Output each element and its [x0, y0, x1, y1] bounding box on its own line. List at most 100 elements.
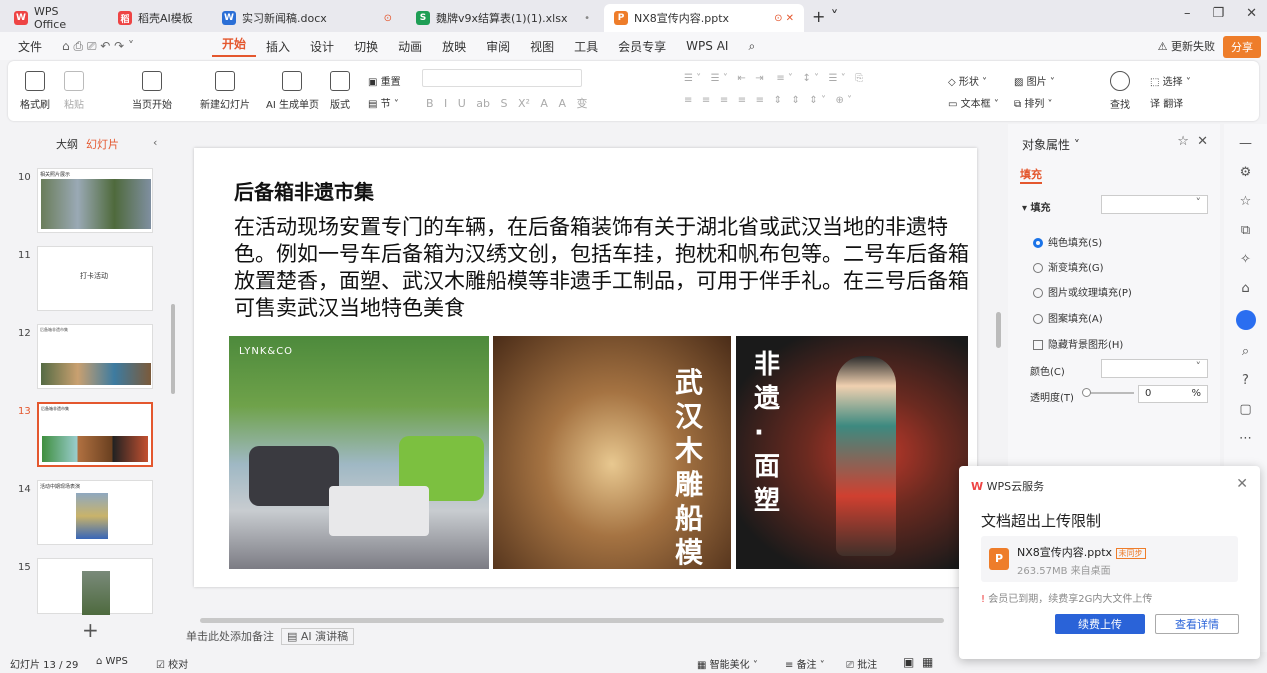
menu-file[interactable]: 文件	[8, 38, 52, 55]
menu-member[interactable]: 会员专享	[608, 38, 676, 55]
canvas-scrollbar[interactable]	[996, 312, 1001, 348]
restore-icon[interactable]: ❐	[1212, 6, 1224, 21]
gradient-fill-option[interactable]: 渐变填充(G)	[1033, 259, 1104, 274]
horizontal-scrollbar[interactable]	[200, 618, 944, 623]
textbox-button[interactable]: ▭ 文本框 ˅	[948, 95, 999, 110]
view-icons[interactable]: ▣ ▦	[903, 655, 933, 669]
photo-car-market[interactable]: LYNK&CO	[229, 336, 489, 569]
outline-tab[interactable]: 大纲	[56, 136, 78, 152]
slide-title[interactable]: 后备箱非遗市集	[234, 176, 374, 205]
tab-docer[interactable]: 稻稻壳AI模板	[108, 4, 208, 32]
menu-transition[interactable]: 切换	[344, 38, 388, 55]
proof-status[interactable]: ☑ 校对	[156, 656, 188, 671]
photo-dough-figure[interactable]: 非遗·面塑	[736, 336, 968, 569]
search-doc-icon[interactable]: ⌕	[1242, 344, 1249, 359]
ai-slide-button[interactable]: AI 生成单页	[266, 71, 319, 111]
popup-close-icon[interactable]: ✕	[1236, 476, 1248, 492]
comment-icon[interactable]: ▢	[1239, 402, 1251, 417]
shape-icon[interactable]: ⌂	[1241, 281, 1249, 296]
from-start-button[interactable]: 当页开始	[132, 71, 172, 111]
align-icons[interactable]: ≡ ≡ ≡ ≡ ≡ ⇕ ⇕ ⇕ ˅ ⊕ ˅	[684, 95, 852, 106]
paste-button[interactable]: 粘贴	[64, 71, 84, 111]
more-icon[interactable]: ⋯	[1239, 431, 1252, 446]
new-slide-button[interactable]: 新建幻灯片	[200, 71, 250, 111]
arrange-button[interactable]: ⧉ 排列 ˅	[1014, 95, 1053, 110]
slide-thumb-14[interactable]: 活动中期现场表演	[37, 480, 153, 545]
settings-icon[interactable]: ⚙	[1240, 165, 1252, 180]
slide-thumb-15[interactable]	[37, 558, 153, 615]
slide-thumb-13[interactable]: 后备箱非遗市集	[37, 402, 153, 467]
menu-review[interactable]: 审阅	[476, 38, 520, 55]
collapse-icon[interactable]: ‹	[153, 136, 157, 149]
tab-docx[interactable]: W 实习新闻稿.docx ⊙	[212, 4, 402, 32]
view-details-button[interactable]: 查看详情	[1155, 614, 1239, 634]
menu-animation[interactable]: 动画	[388, 38, 432, 55]
star-icon[interactable]: ☆	[1240, 194, 1252, 209]
fill-select[interactable]: ˅	[1101, 195, 1208, 214]
menu-insert[interactable]: 插入	[256, 38, 300, 55]
font-format-icons[interactable]: B I U ab S X² A A 变	[426, 95, 587, 111]
sidebar-scrollbar[interactable]	[171, 304, 175, 394]
section-button[interactable]: ▤ 节 ˅	[368, 95, 399, 110]
beautify-button[interactable]: ▦ 智能美化 ˅	[697, 656, 758, 671]
notes-area[interactable]: 单击此处添加备注 ▤ AI 演讲稿	[186, 628, 355, 645]
comments-button[interactable]: ⎚ 批注	[846, 656, 877, 671]
copy-icon[interactable]: ⧉	[1241, 223, 1250, 238]
menu-slideshow[interactable]: 放映	[432, 38, 476, 55]
thumb-photos	[41, 363, 151, 385]
minus-icon[interactable]: —	[1239, 136, 1252, 151]
tab-wps-office[interactable]: W WPS Office	[4, 4, 104, 32]
find-button[interactable]: 查找	[1110, 71, 1130, 111]
add-slide-icon[interactable]: +	[82, 618, 99, 642]
notes-button[interactable]: ≡ 备注 ˅	[785, 656, 825, 671]
menu-wps-ai[interactable]: WPS AI	[676, 39, 738, 53]
picture-fill-option[interactable]: 图片或纹理填充(P)	[1033, 284, 1132, 299]
font-family-select[interactable]	[422, 69, 582, 87]
fill-tab[interactable]: 填充	[1020, 166, 1042, 184]
hide-bg-checkbox[interactable]: 隐藏背景图形(H)	[1033, 336, 1123, 351]
pin-close-icons[interactable]: ☆ ✕	[1177, 134, 1208, 149]
renew-upload-button[interactable]: 续费上传	[1055, 614, 1145, 634]
wps-status[interactable]: ⌂ WPS	[96, 656, 128, 667]
tab-xlsx[interactable]: S 魏牌v9x结算表(1)(1).xlsx •	[406, 4, 600, 32]
slide-body[interactable]: 在活动现场安置专门的车辆，在后备箱装饰有关于湖北省或武汉当地的非遗特色。例如一号…	[234, 214, 969, 322]
format-painter-button[interactable]: 格式刷	[20, 71, 50, 111]
tab-pptx[interactable]: P NX8宣传内容.pptx ⊙ ✕	[604, 4, 804, 32]
select-button[interactable]: ⬚ 选择 ˅	[1150, 73, 1191, 88]
new-tab-icon[interactable]: + ˅	[804, 7, 847, 32]
menu-tools[interactable]: 工具	[564, 38, 608, 55]
slide-canvas[interactable]: 后备箱非遗市集 在活动现场安置专门的车辆，在后备箱装饰有关于湖北省或武汉当地的非…	[194, 148, 977, 587]
share-button[interactable]: 分享	[1223, 36, 1261, 58]
shape-button[interactable]: ◇ 形状 ˅	[948, 73, 987, 88]
close-icon[interactable]: ✕	[1246, 6, 1257, 21]
slide-thumb-11[interactable]: 打卡活动	[37, 246, 153, 311]
minimize-icon[interactable]: –	[1184, 6, 1191, 21]
menu-view[interactable]: 视图	[520, 38, 564, 55]
sync-status[interactable]: ⚠ 更新失败	[1158, 38, 1215, 54]
slides-tab[interactable]: 幻灯片	[86, 136, 119, 152]
transparency-slider[interactable]	[1082, 388, 1134, 398]
reset-button[interactable]: ▣ 重置	[368, 73, 401, 88]
search-icon[interactable]: ⌕	[738, 39, 765, 54]
pattern-fill-option[interactable]: 图案填充(A)	[1033, 310, 1103, 325]
color-select[interactable]: ˅	[1101, 359, 1208, 378]
paragraph-icons[interactable]: ☰ ˅ ☰ ˅ ⇤ ⇥ ≡ ˅ ↕ ˅ ☰ ˅ ⎘	[684, 73, 863, 84]
ai-assistant-icon[interactable]	[1235, 310, 1256, 330]
menu-home[interactable]: 开始	[212, 35, 257, 57]
menu-design[interactable]: 设计	[300, 38, 344, 55]
quick-access-icons[interactable]: ⌂ ⎙ ⎚ ↶ ↷ ˅	[52, 39, 212, 54]
image-button[interactable]: ▨ 图片 ˅	[1014, 73, 1055, 88]
ai-script-button[interactable]: ▤ AI 演讲稿	[281, 628, 355, 645]
slider-thumb[interactable]	[1082, 388, 1091, 397]
photo-boat-model[interactable]: 武汉木雕船模	[493, 336, 731, 569]
translate-button[interactable]: 译 翻译	[1150, 95, 1183, 110]
ribbon: 格式刷 粘贴 当页开始 新建幻灯片 AI 生成单页 版式 ▣ 重置 ▤ 节 ˅ …	[8, 61, 1259, 121]
solid-fill-option[interactable]: 纯色填充(S)	[1033, 234, 1102, 249]
sparkle-icon[interactable]: ✧	[1240, 252, 1251, 267]
transparency-input[interactable]: 0%	[1138, 385, 1208, 403]
layout-button[interactable]: 版式	[330, 71, 350, 111]
thumb-photos	[42, 436, 148, 462]
slide-thumb-12[interactable]: 后备箱非遗市集	[37, 324, 153, 389]
help-icon[interactable]: ?	[1242, 373, 1249, 388]
slide-thumb-10[interactable]: 相关照片展示	[37, 168, 153, 233]
